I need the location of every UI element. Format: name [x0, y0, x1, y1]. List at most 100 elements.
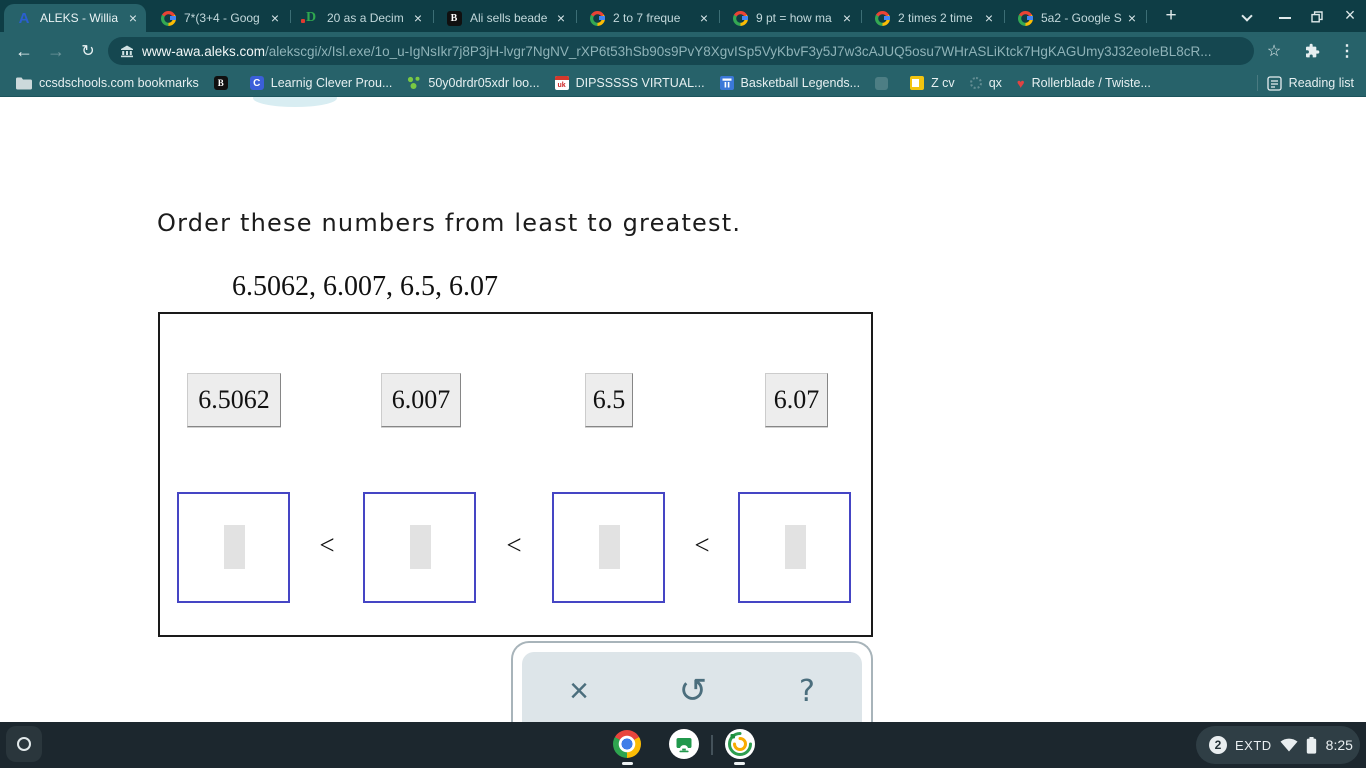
launcher-button[interactable] [6, 726, 42, 762]
less-than-sign: < [694, 530, 710, 560]
notification-badge: 2 [1209, 736, 1227, 754]
tab-title: 2 times 2 time [898, 11, 973, 25]
help-icon[interactable]: ? [789, 671, 825, 711]
bookmark-clever[interactable]: C Learnig Clever Prou... [249, 76, 392, 90]
aleks-favicon: A [18, 9, 30, 27]
bookmarks-divider [1256, 75, 1258, 91]
tab-separator [861, 10, 862, 23]
bookmark-label: Rollerblade / Twiste... [1031, 76, 1151, 90]
answer-slot-3[interactable] [552, 492, 665, 603]
url-host: www-awa.aleks.com [142, 43, 266, 59]
browser-toolbar: ← → ↻ www-awa.aleks.com/alekscgi/x/Isl.e… [0, 32, 1366, 70]
tab-close-icon[interactable]: × [126, 11, 140, 25]
tab-separator [719, 10, 720, 23]
tab-google-search-1[interactable]: 7*(3+4 - Goog × [148, 4, 288, 32]
new-tab-button[interactable]: + [1158, 4, 1184, 28]
page-content: Order these numbers from least to greate… [0, 97, 1366, 722]
tab-separator [290, 10, 291, 23]
minimize-button[interactable] [1279, 17, 1291, 19]
bookmark-b[interactable]: B [213, 76, 235, 90]
answer-slot-4[interactable] [738, 492, 851, 603]
site-security-icon[interactable] [120, 44, 134, 58]
bookmark-dipsssss-virtual[interactable]: uk DIPSSSSS VIRTUAL... [554, 76, 705, 90]
empty-slot-marker [223, 525, 245, 569]
bookmark-qx[interactable]: qx [969, 76, 1002, 90]
b-favicon: B [446, 10, 462, 26]
google-favicon [1017, 10, 1033, 26]
tab-close-icon[interactable]: × [268, 11, 282, 25]
reading-list-button[interactable]: Reading list [1267, 75, 1354, 91]
tab-title: 20 as a Decim [327, 11, 404, 25]
bookmark-50y0drdr05xdr[interactable]: 50y0drdr05xdr loo... [407, 76, 540, 90]
tab-title: 5a2 - Google S [1041, 11, 1122, 25]
bookmark-rollerblade[interactable]: ♥ Rollerblade / Twiste... [1017, 76, 1151, 90]
bookmark-basketball-legends[interactable]: Basketball Legends... [719, 76, 860, 90]
browser-menu-icon[interactable]: ⋮ [1335, 40, 1359, 62]
bookmark-label: DIPSSSSS VIRTUAL... [575, 76, 705, 90]
address-bar[interactable]: www-awa.aleks.com/alekscgi/x/Isl.exe/1o_… [108, 37, 1254, 65]
bookmark-star-icon[interactable]: ☆ [1262, 40, 1286, 62]
close-window-button[interactable]: × [1341, 3, 1359, 27]
reload-icon[interactable]: ↻ [76, 39, 100, 63]
status-tray[interactable]: 2 EXTD 8:25 [1196, 726, 1360, 764]
undo-icon[interactable]: ↺ [675, 671, 711, 711]
number-tile[interactable]: 6.007 [381, 373, 461, 427]
google-favicon [160, 10, 176, 26]
tab-close-icon[interactable]: × [1125, 11, 1139, 25]
launcher-circle-icon [17, 737, 31, 751]
google-favicon [589, 10, 605, 26]
tab-separator [576, 10, 577, 23]
clear-answer-icon[interactable]: × [561, 671, 597, 711]
restore-button[interactable] [1311, 10, 1323, 28]
battery-icon [1306, 736, 1317, 754]
uk-favicon: uk [554, 76, 569, 90]
bookmark-z-cv[interactable]: Z cv [910, 76, 955, 90]
tab-title: 9 pt = how ma [756, 11, 832, 25]
scrolled-element-edge [253, 97, 337, 107]
reading-list-icon [1267, 75, 1282, 91]
number-tile[interactable]: 6.5 [585, 373, 633, 427]
tab-close-icon[interactable]: × [982, 11, 996, 25]
extensions-puzzle-icon[interactable] [1300, 40, 1324, 62]
bookmark-unlabeled[interactable] [875, 76, 895, 90]
tab-title: Ali sells beade [470, 11, 548, 25]
faded-circle-icon [969, 77, 982, 89]
tab-google-search-3[interactable]: 9 pt = how ma × [720, 4, 860, 32]
tab-close-icon[interactable]: × [840, 11, 854, 25]
problem-instruction: Order these numbers from least to greate… [157, 209, 742, 237]
google-favicon [874, 10, 890, 26]
tab-search-chevron-icon[interactable] [1241, 10, 1253, 22]
tab-ali-sells-beads[interactable]: B Ali sells beade × [434, 4, 574, 32]
tab-title: 2 to 7 freque [613, 11, 681, 25]
number-tile[interactable]: 6.5062 [187, 373, 281, 427]
empty-slot-marker [784, 525, 806, 569]
d-favicon: D [301, 10, 319, 26]
tab-close-icon[interactable]: × [697, 11, 711, 25]
yellow-favicon [910, 76, 925, 90]
back-icon[interactable]: ← [12, 39, 36, 63]
shelf-divider [711, 735, 713, 755]
forward-icon[interactable]: → [44, 39, 68, 63]
answer-slot-1[interactable] [177, 492, 290, 603]
reading-list-group: Reading list [1256, 70, 1354, 96]
screen: A ALEKS - Willia × 7*(3+4 - Goog × D 20 … [0, 0, 1366, 768]
tab-google-search-5[interactable]: 5a2 - Google S × [1005, 4, 1145, 32]
tab-google-search-4[interactable]: 2 times 2 time × [862, 4, 1002, 32]
bookmark-label: qx [988, 76, 1002, 90]
tab-decimal[interactable]: D 20 as a Decim × [291, 4, 431, 32]
tab-close-icon[interactable]: × [554, 11, 568, 25]
tab-close-icon[interactable]: × [411, 11, 425, 25]
answer-slot-2[interactable] [363, 492, 476, 603]
tab-separator [1004, 10, 1005, 23]
tab-google-search-2[interactable]: 2 to 7 freque × [577, 4, 717, 32]
less-than-sign: < [506, 530, 522, 560]
number-tile[interactable]: 6.07 [765, 373, 828, 427]
screencast-icon[interactable] [669, 729, 699, 764]
screen-recorder-icon[interactable] [725, 729, 755, 764]
bookmark-ccsdschools[interactable]: ccsdschools.com bookmarks [16, 76, 199, 90]
empty-slot-marker [598, 525, 620, 569]
bookmark-label: Z cv [931, 76, 955, 90]
tab-strip: A ALEKS - Willia × 7*(3+4 - Goog × D 20 … [0, 0, 1366, 32]
tab-aleks[interactable]: A ALEKS - Willia × [4, 4, 146, 32]
chrome-icon[interactable] [613, 730, 641, 758]
